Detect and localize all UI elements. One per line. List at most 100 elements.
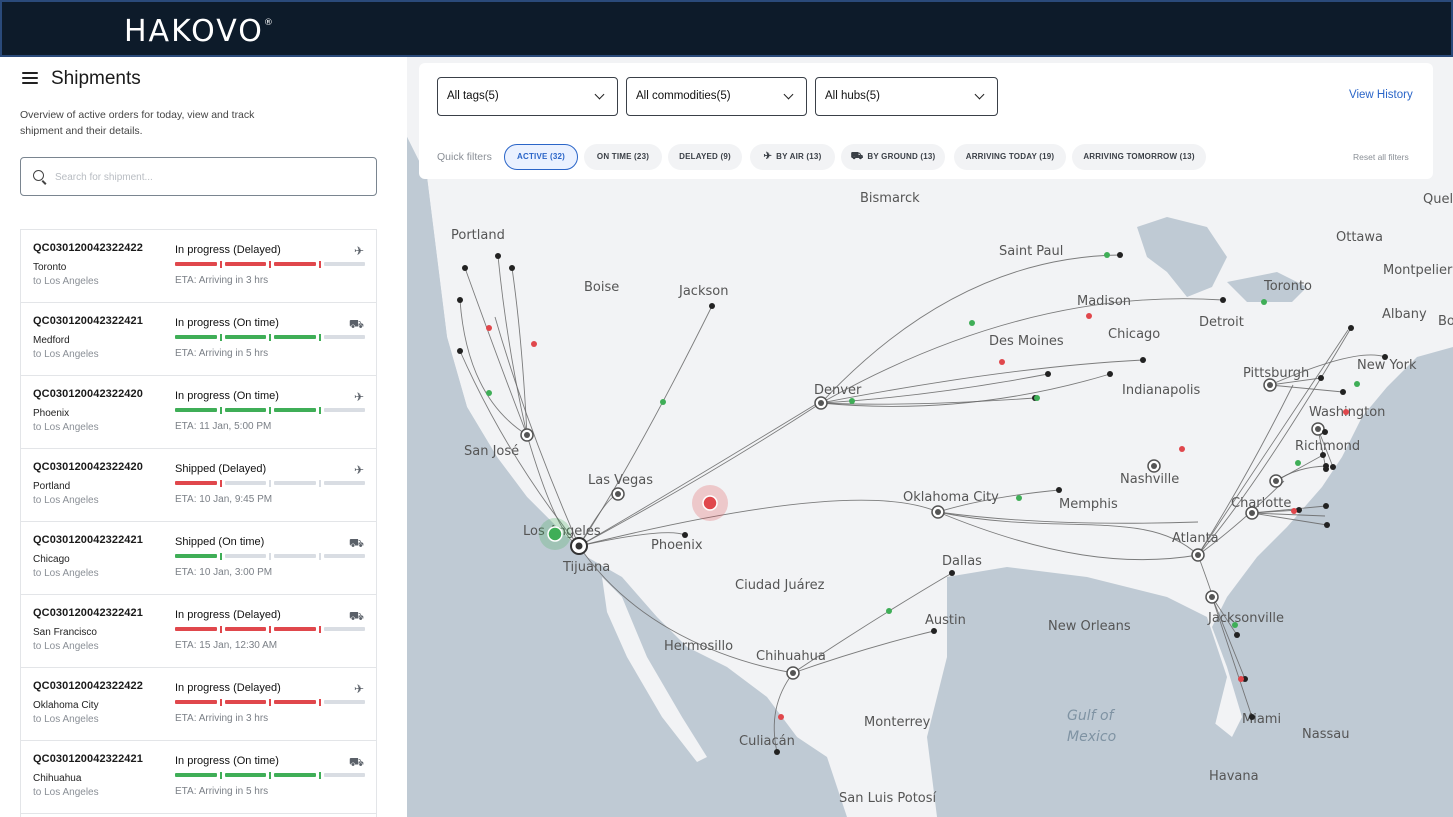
shipment-card[interactable]: QC030120042322421 San Francisco to Los Ang… <box>21 595 376 668</box>
chip-arriving-today[interactable]: ARRIVING TODAY (19) <box>954 144 1066 170</box>
hub-node-center[interactable] <box>1209 594 1215 600</box>
shipment-card[interactable]: QC030120042322420 Portland to Los Angeles S… <box>21 449 376 522</box>
endpoint-node[interactable] <box>931 628 937 634</box>
shipment-eta: ETA: 10 Jan, 3:00 PM <box>175 567 273 578</box>
endpoint-node[interactable] <box>1056 487 1062 493</box>
hub-node-center[interactable] <box>1195 552 1201 558</box>
delayed-node[interactable] <box>486 325 492 331</box>
endpoint-node[interactable] <box>709 303 715 309</box>
destination-hub-center[interactable] <box>575 542 583 550</box>
hub-node-center[interactable] <box>1273 478 1279 484</box>
shipment-destination: to Los Angeles <box>33 787 99 798</box>
ontime-node[interactable] <box>486 390 492 396</box>
chip-by-ground[interactable]: ⛟ BY GROUND (13) <box>841 144 945 170</box>
shipment-origin: Oklahoma City <box>33 700 99 711</box>
endpoint-node[interactable] <box>509 265 515 271</box>
ontime-node[interactable] <box>1034 395 1040 401</box>
hub-node-center[interactable] <box>790 670 796 676</box>
view-history-link[interactable]: View History <box>1349 89 1413 101</box>
map-label: Las Vegas <box>588 473 653 488</box>
shipment-status: In progress (Delayed) <box>175 682 281 694</box>
endpoint-node[interactable] <box>1340 389 1346 395</box>
delayed-node[interactable] <box>778 714 784 720</box>
selected-marker[interactable] <box>547 526 563 542</box>
endpoint-node[interactable] <box>495 253 501 259</box>
chip-by-air[interactable]: ✈ BY AIR (13) <box>750 144 835 170</box>
endpoint-node[interactable] <box>949 570 955 576</box>
endpoint-node[interactable] <box>1107 371 1113 377</box>
shipment-card[interactable]: QC030120042322421 Medford to Los Angeles In… <box>21 303 376 376</box>
shipment-card[interactable]: QC030120042322420 Phoenix to Los Angeles In… <box>21 376 376 449</box>
endpoint-node[interactable] <box>1249 714 1255 720</box>
ontime-node[interactable] <box>1261 299 1267 305</box>
endpoint-node[interactable] <box>1117 252 1123 258</box>
endpoint-node[interactable] <box>1324 522 1330 528</box>
endpoint-node[interactable] <box>1045 371 1051 377</box>
endpoint-node[interactable] <box>457 348 463 354</box>
endpoint-node[interactable] <box>1322 429 1328 435</box>
ontime-node[interactable] <box>1232 622 1238 628</box>
map-label: Albany <box>1382 307 1427 322</box>
search-input[interactable] <box>55 166 355 188</box>
hubs-dropdown[interactable]: All hubs(5) <box>815 77 998 116</box>
map-label: Tijuana <box>562 560 610 575</box>
hub-node-center[interactable] <box>935 509 941 515</box>
chip-on-time[interactable]: ON TIME (23) <box>584 144 662 170</box>
tags-dropdown[interactable]: All tags(5) <box>437 77 618 116</box>
endpoint-node[interactable] <box>1140 357 1146 363</box>
chip-arriving-tomorrow[interactable]: ARRIVING TOMORROW (13) <box>1072 144 1206 170</box>
hub-node-center[interactable] <box>818 400 824 406</box>
endpoint-node[interactable] <box>1348 325 1354 331</box>
delayed-node[interactable] <box>1179 446 1185 452</box>
shipment-card[interactable]: QC030120042322422 Oklahoma City to Los Ang… <box>21 668 376 741</box>
search-box[interactable] <box>20 157 377 196</box>
endpoint-node[interactable] <box>1330 464 1336 470</box>
commodities-dropdown[interactable]: All commodities(5) <box>626 77 807 116</box>
map-label: Chihuahua <box>756 649 826 664</box>
shipment-card[interactable]: QC030120042322422 Toronto to Los Angeles In… <box>21 230 376 303</box>
ontime-node[interactable] <box>849 398 855 404</box>
ontime-node[interactable] <box>886 608 892 614</box>
hub-node-center[interactable] <box>1249 510 1255 516</box>
endpoint-node[interactable] <box>1296 507 1302 513</box>
delayed-node[interactable] <box>1343 409 1349 415</box>
delayed-node[interactable] <box>1291 508 1297 514</box>
map-label: Austin <box>925 613 966 628</box>
shipment-card[interactable]: QC030120042322421 Chihuahua to Los Angeles… <box>21 741 376 814</box>
endpoint-node[interactable] <box>1320 452 1326 458</box>
alert-marker[interactable] <box>702 495 718 511</box>
hub-node-center[interactable] <box>615 491 621 497</box>
endpoint-node[interactable] <box>682 532 688 538</box>
endpoint-node[interactable] <box>1318 375 1324 381</box>
hub-node-center[interactable] <box>1151 463 1157 469</box>
delayed-node[interactable] <box>1238 676 1244 682</box>
map-label: New Orleans <box>1048 619 1131 634</box>
endpoint-node[interactable] <box>462 265 468 271</box>
ontime-node[interactable] <box>660 399 666 405</box>
hub-node-center[interactable] <box>1315 426 1321 432</box>
shipment-card[interactable]: QC030120042322421 Chicago to Los Angeles Sh… <box>21 522 376 595</box>
ontime-node[interactable] <box>1295 460 1301 466</box>
delayed-node[interactable] <box>531 341 537 347</box>
ontime-node[interactable] <box>969 320 975 326</box>
endpoint-node[interactable] <box>1382 354 1388 360</box>
reset-filters-link[interactable]: Reset all filters <box>1353 152 1409 162</box>
endpoint-node[interactable] <box>1323 463 1329 469</box>
hub-node-center[interactable] <box>1267 382 1273 388</box>
hub-node-center[interactable] <box>524 432 530 438</box>
menu-icon[interactable] <box>22 72 38 84</box>
chip-delayed[interactable]: DELAYED (9) <box>668 144 742 170</box>
ontime-node[interactable] <box>1354 381 1360 387</box>
endpoint-node[interactable] <box>1234 632 1240 638</box>
endpoint-node[interactable] <box>1323 503 1329 509</box>
delayed-node[interactable] <box>1086 313 1092 319</box>
endpoint-node[interactable] <box>457 297 463 303</box>
truck-icon: ⛟ <box>850 151 864 162</box>
ontime-node[interactable] <box>1016 495 1022 501</box>
delayed-node[interactable] <box>999 359 1005 365</box>
endpoint-node[interactable] <box>774 749 780 755</box>
ontime-node[interactable] <box>1104 252 1110 258</box>
chip-active[interactable]: ACTIVE (32) <box>504 144 578 170</box>
endpoint-node[interactable] <box>1220 297 1226 303</box>
app-logo[interactable]: HAKOVO® <box>124 14 275 49</box>
